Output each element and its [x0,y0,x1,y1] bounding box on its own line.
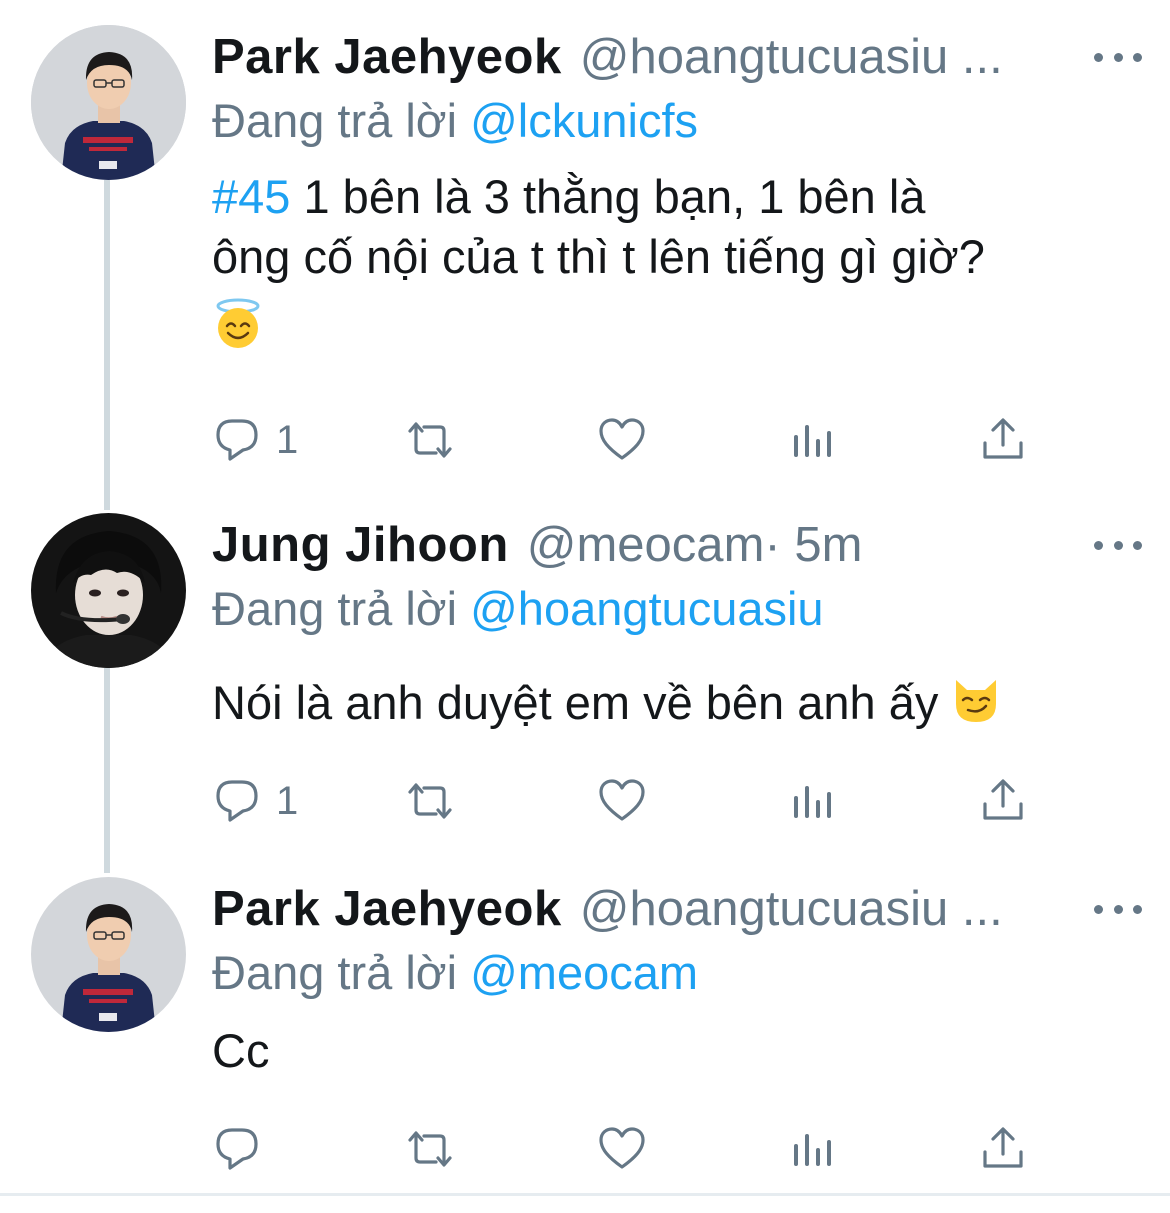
tweet-text-line: Nói là anh duyệt em về bên anh ấy [212,676,952,729]
tweet-text-line: Cc [212,1024,270,1077]
replying-to-label: Đang trả lời [212,94,471,147]
mention-link[interactable]: @hoangtucuasiu [470,582,823,635]
share-icon [980,1124,1026,1174]
display-name[interactable]: Park Jaehyeok [212,877,562,941]
smiling-face-with-halo-icon [212,298,264,364]
tweet-text-line: 1 bên là 3 thằng bạn, 1 bên là [290,170,926,223]
like-button[interactable] [597,771,647,831]
tweet-text: Cc [212,1021,1142,1081]
analytics-button[interactable] [792,410,834,470]
replying-to: Đang trả lời @meocam [212,941,1142,1005]
analytics-button[interactable] [792,771,834,831]
tweet[interactable]: Jung Jihoon @meocam · 5m Đang trả lời @h… [0,513,1170,843]
tweet-actions: 1 [212,410,1052,470]
username[interactable]: @hoangtucuasiu ... [580,877,1003,941]
reply-button[interactable] [212,1119,276,1179]
share-button[interactable] [980,410,1026,470]
tweet-header: Jung Jihoon @meocam · 5m [212,513,1142,577]
avatar[interactable] [31,877,186,1032]
tweet-actions: 1 [212,771,1052,831]
retweet-button[interactable] [400,771,460,831]
hashtag-link[interactable]: #45 [212,170,290,223]
tweet-content: Park Jaehyeok @hoangtucuasiu ... Đang tr… [212,25,1142,353]
analytics-icon [792,776,834,826]
retweet-icon [400,1124,460,1174]
retweet-button[interactable] [400,1119,460,1179]
analytics-button[interactable] [792,1119,834,1179]
reply-count: 1 [276,417,299,462]
tweet-header: Park Jaehyeok @hoangtucuasiu ... [212,25,1142,89]
reply-icon [212,1124,262,1174]
retweet-icon [400,776,460,826]
mention-link[interactable]: @meocam [470,946,698,999]
replying-to: Đang trả lời @lckunicfs [212,89,1142,153]
more-options-icon[interactable] [1094,887,1142,931]
reply-button[interactable]: 1 [212,410,298,470]
more-options-icon[interactable] [1094,523,1142,567]
like-button[interactable] [597,1119,647,1179]
tweet-text: #45 1 bên là 3 thằng bạn, 1 bên là ông c… [212,167,1142,353]
display-name[interactable]: Jung Jihoon [212,513,509,577]
like-button[interactable] [597,410,647,470]
tweet-actions [212,1119,1052,1179]
mention-link[interactable]: @lckunicfs [470,94,698,147]
retweet-button[interactable] [400,410,460,470]
username[interactable]: @meocam [527,513,765,577]
replying-to: Đang trả lời @hoangtucuasiu [212,577,1142,641]
tweet-content: Jung Jihoon @meocam · 5m Đang trả lời @h… [212,513,1142,738]
smirking-cat-face-icon [951,676,1001,738]
tweet-content: Park Jaehyeok @hoangtucuasiu ... Đang tr… [212,877,1142,1081]
like-icon [597,1124,647,1174]
reply-icon [212,415,262,465]
display-name[interactable]: Park Jaehyeok [212,25,562,89]
share-button[interactable] [980,771,1026,831]
avatar[interactable] [31,513,186,668]
like-icon [597,415,647,465]
replying-to-label: Đang trả lời [212,582,471,635]
tweet[interactable]: Park Jaehyeok @hoangtucuasiu ... Đang tr… [0,877,1170,1187]
avatar[interactable] [31,25,186,180]
divider [0,1193,1170,1196]
share-icon [980,415,1026,465]
tweet-header: Park Jaehyeok @hoangtucuasiu ... [212,877,1142,941]
replying-to-label: Đang trả lời [212,946,471,999]
tweet-text-line: ông cố nội của t thì t lên tiếng gì giờ? [212,230,985,283]
share-button[interactable] [980,1119,1026,1179]
reply-icon [212,776,262,826]
share-icon [980,776,1026,826]
analytics-icon [792,415,834,465]
tweet-text: Nói là anh duyệt em về bên anh ấy [212,673,1142,738]
reply-button[interactable]: 1 [212,771,298,831]
analytics-icon [792,1124,834,1174]
timestamp[interactable]: · 5m [764,513,862,577]
like-icon [597,776,647,826]
username[interactable]: @hoangtucuasiu ... [580,25,1003,89]
retweet-icon [400,415,460,465]
more-options-icon[interactable] [1094,35,1142,79]
tweet[interactable]: Park Jaehyeok @hoangtucuasiu ... Đang tr… [0,25,1170,485]
reply-count: 1 [276,778,299,823]
